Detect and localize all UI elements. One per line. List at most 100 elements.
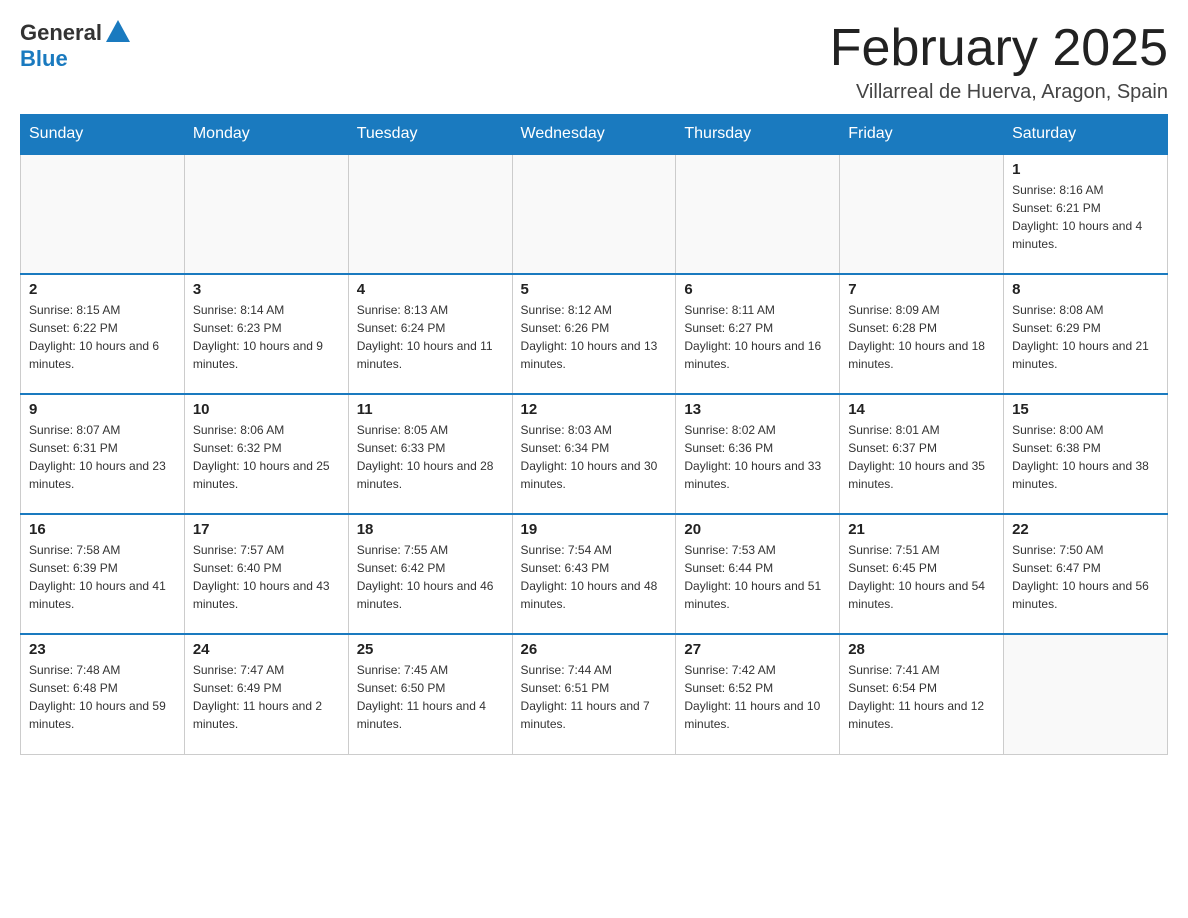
day-number: 18 (357, 521, 504, 538)
day-number: 26 (521, 641, 668, 658)
day-cell: 26 Sunrise: 7:44 AMSunset: 6:51 PMDayligh… (512, 634, 676, 754)
day-info: Sunrise: 8:12 AMSunset: 6:26 PMDaylight:… (521, 301, 668, 373)
logo-triangle-icon (106, 20, 130, 42)
day-number: 24 (193, 641, 340, 658)
day-cell: 11 Sunrise: 8:05 AMSunset: 6:33 PMDayligh… (348, 394, 512, 514)
week-row-1: 1Sunrise: 8:16 AMSunset: 6:21 PMDaylight… (21, 154, 1168, 274)
week-row-4: 16 Sunrise: 7:58 AMSunset: 6:39 PMDayligh… (21, 514, 1168, 634)
day-cell: 9 Sunrise: 8:07 AMSunset: 6:31 PMDaylight… (21, 394, 185, 514)
day-number: 13 (684, 401, 831, 418)
day-number: 17 (193, 521, 340, 538)
logo-general-text: General (20, 20, 102, 46)
weekday-header-row: SundayMondayTuesdayWednesdayThursdayFrid… (21, 115, 1168, 155)
day-cell: 1Sunrise: 8:16 AMSunset: 6:21 PMDaylight… (1004, 154, 1168, 274)
day-info: Sunrise: 8:06 AMSunset: 6:32 PMDaylight:… (193, 421, 340, 493)
logo: General Blue (20, 20, 130, 72)
day-number: 2 (29, 281, 176, 298)
day-number: 11 (357, 401, 504, 418)
day-info: Sunrise: 7:58 AMSunset: 6:39 PMDaylight:… (29, 541, 176, 613)
day-cell: 16 Sunrise: 7:58 AMSunset: 6:39 PMDayligh… (21, 514, 185, 634)
day-info: Sunrise: 7:42 AMSunset: 6:52 PMDaylight:… (684, 661, 831, 733)
day-cell: 25 Sunrise: 7:45 AMSunset: 6:50 PMDayligh… (348, 634, 512, 754)
day-info: Sunrise: 7:45 AMSunset: 6:50 PMDaylight:… (357, 661, 504, 733)
day-number: 8 (1012, 281, 1159, 298)
day-cell: 5Sunrise: 8:12 AMSunset: 6:26 PMDaylight… (512, 274, 676, 394)
day-cell (676, 154, 840, 274)
day-info: Sunrise: 7:47 AMSunset: 6:49 PMDaylight:… (193, 661, 340, 733)
day-number: 25 (357, 641, 504, 658)
day-info: Sunrise: 8:07 AMSunset: 6:31 PMDaylight:… (29, 421, 176, 493)
day-number: 27 (684, 641, 831, 658)
day-cell: 20Sunrise: 7:53 AMSunset: 6:44 PMDayligh… (676, 514, 840, 634)
day-info: Sunrise: 8:01 AMSunset: 6:37 PMDaylight:… (848, 421, 995, 493)
day-number: 7 (848, 281, 995, 298)
day-number: 23 (29, 641, 176, 658)
day-cell: 19Sunrise: 7:54 AMSunset: 6:43 PMDayligh… (512, 514, 676, 634)
weekday-thursday: Thursday (676, 115, 840, 155)
weekday-friday: Friday (840, 115, 1004, 155)
day-info: Sunrise: 7:50 AMSunset: 6:47 PMDaylight:… (1012, 541, 1159, 613)
day-number: 3 (193, 281, 340, 298)
day-cell (840, 154, 1004, 274)
day-info: Sunrise: 8:11 AMSunset: 6:27 PMDaylight:… (684, 301, 831, 373)
day-cell: 24 Sunrise: 7:47 AMSunset: 6:49 PMDayligh… (184, 634, 348, 754)
day-info: Sunrise: 8:09 AMSunset: 6:28 PMDaylight:… (848, 301, 995, 373)
day-cell (1004, 634, 1168, 754)
week-row-3: 9 Sunrise: 8:07 AMSunset: 6:31 PMDaylight… (21, 394, 1168, 514)
day-cell: 27 Sunrise: 7:42 AMSunset: 6:52 PMDayligh… (676, 634, 840, 754)
day-number: 15 (1012, 401, 1159, 418)
day-cell (348, 154, 512, 274)
day-info: Sunrise: 7:44 AMSunset: 6:51 PMDaylight:… (521, 661, 668, 733)
day-cell: 15 Sunrise: 8:00 AMSunset: 6:38 PMDayligh… (1004, 394, 1168, 514)
day-number: 22 (1012, 521, 1159, 538)
day-cell: 13Sunrise: 8:02 AMSunset: 6:36 PMDayligh… (676, 394, 840, 514)
day-cell: 6 Sunrise: 8:11 AMSunset: 6:27 PMDaylight… (676, 274, 840, 394)
day-cell: 8 Sunrise: 8:08 AMSunset: 6:29 PMDaylight… (1004, 274, 1168, 394)
day-info: Sunrise: 8:14 AMSunset: 6:23 PMDaylight:… (193, 301, 340, 373)
day-cell: 18Sunrise: 7:55 AMSunset: 6:42 PMDayligh… (348, 514, 512, 634)
day-number: 16 (29, 521, 176, 538)
page-header: General Blue February 2025 Villarreal de… (20, 20, 1168, 104)
weekday-wednesday: Wednesday (512, 115, 676, 155)
day-info: Sunrise: 8:16 AMSunset: 6:21 PMDaylight:… (1012, 181, 1159, 253)
day-number: 12 (521, 401, 668, 418)
day-cell: 2 Sunrise: 8:15 AMSunset: 6:22 PMDaylight… (21, 274, 185, 394)
weekday-saturday: Saturday (1004, 115, 1168, 155)
day-cell: 21 Sunrise: 7:51 AMSunset: 6:45 PMDayligh… (840, 514, 1004, 634)
day-cell (21, 154, 185, 274)
day-cell (184, 154, 348, 274)
day-number: 9 (29, 401, 176, 418)
day-info: Sunrise: 8:13 AMSunset: 6:24 PMDaylight:… (357, 301, 504, 373)
day-info: Sunrise: 8:05 AMSunset: 6:33 PMDaylight:… (357, 421, 504, 493)
day-cell: 28Sunrise: 7:41 AMSunset: 6:54 PMDayligh… (840, 634, 1004, 754)
day-info: Sunrise: 7:51 AMSunset: 6:45 PMDaylight:… (848, 541, 995, 613)
day-info: Sunrise: 8:03 AMSunset: 6:34 PMDaylight:… (521, 421, 668, 493)
day-number: 21 (848, 521, 995, 538)
day-cell: 7 Sunrise: 8:09 AMSunset: 6:28 PMDaylight… (840, 274, 1004, 394)
week-row-5: 23Sunrise: 7:48 AMSunset: 6:48 PMDayligh… (21, 634, 1168, 754)
day-cell: 12 Sunrise: 8:03 AMSunset: 6:34 PMDayligh… (512, 394, 676, 514)
day-number: 4 (357, 281, 504, 298)
weekday-sunday: Sunday (21, 115, 185, 155)
title-section: February 2025 Villarreal de Huerva, Arag… (830, 20, 1168, 104)
day-info: Sunrise: 8:08 AMSunset: 6:29 PMDaylight:… (1012, 301, 1159, 373)
day-info: Sunrise: 8:15 AMSunset: 6:22 PMDaylight:… (29, 301, 176, 373)
week-row-2: 2 Sunrise: 8:15 AMSunset: 6:22 PMDaylight… (21, 274, 1168, 394)
month-title: February 2025 (830, 20, 1168, 77)
day-number: 28 (848, 641, 995, 658)
day-number: 6 (684, 281, 831, 298)
day-info: Sunrise: 7:57 AMSunset: 6:40 PMDaylight:… (193, 541, 340, 613)
day-number: 20 (684, 521, 831, 538)
day-cell: 22 Sunrise: 7:50 AMSunset: 6:47 PMDayligh… (1004, 514, 1168, 634)
logo-blue-text: Blue (20, 46, 68, 72)
weekday-tuesday: Tuesday (348, 115, 512, 155)
day-cell: 17 Sunrise: 7:57 AMSunset: 6:40 PMDayligh… (184, 514, 348, 634)
day-info: Sunrise: 8:00 AMSunset: 6:38 PMDaylight:… (1012, 421, 1159, 493)
calendar-table: SundayMondayTuesdayWednesdayThursdayFrid… (20, 114, 1168, 755)
day-cell: 10 Sunrise: 8:06 AMSunset: 6:32 PMDayligh… (184, 394, 348, 514)
day-number: 14 (848, 401, 995, 418)
day-cell: 3 Sunrise: 8:14 AMSunset: 6:23 PMDaylight… (184, 274, 348, 394)
day-cell: 4 Sunrise: 8:13 AMSunset: 6:24 PMDaylight… (348, 274, 512, 394)
weekday-monday: Monday (184, 115, 348, 155)
day-number: 10 (193, 401, 340, 418)
